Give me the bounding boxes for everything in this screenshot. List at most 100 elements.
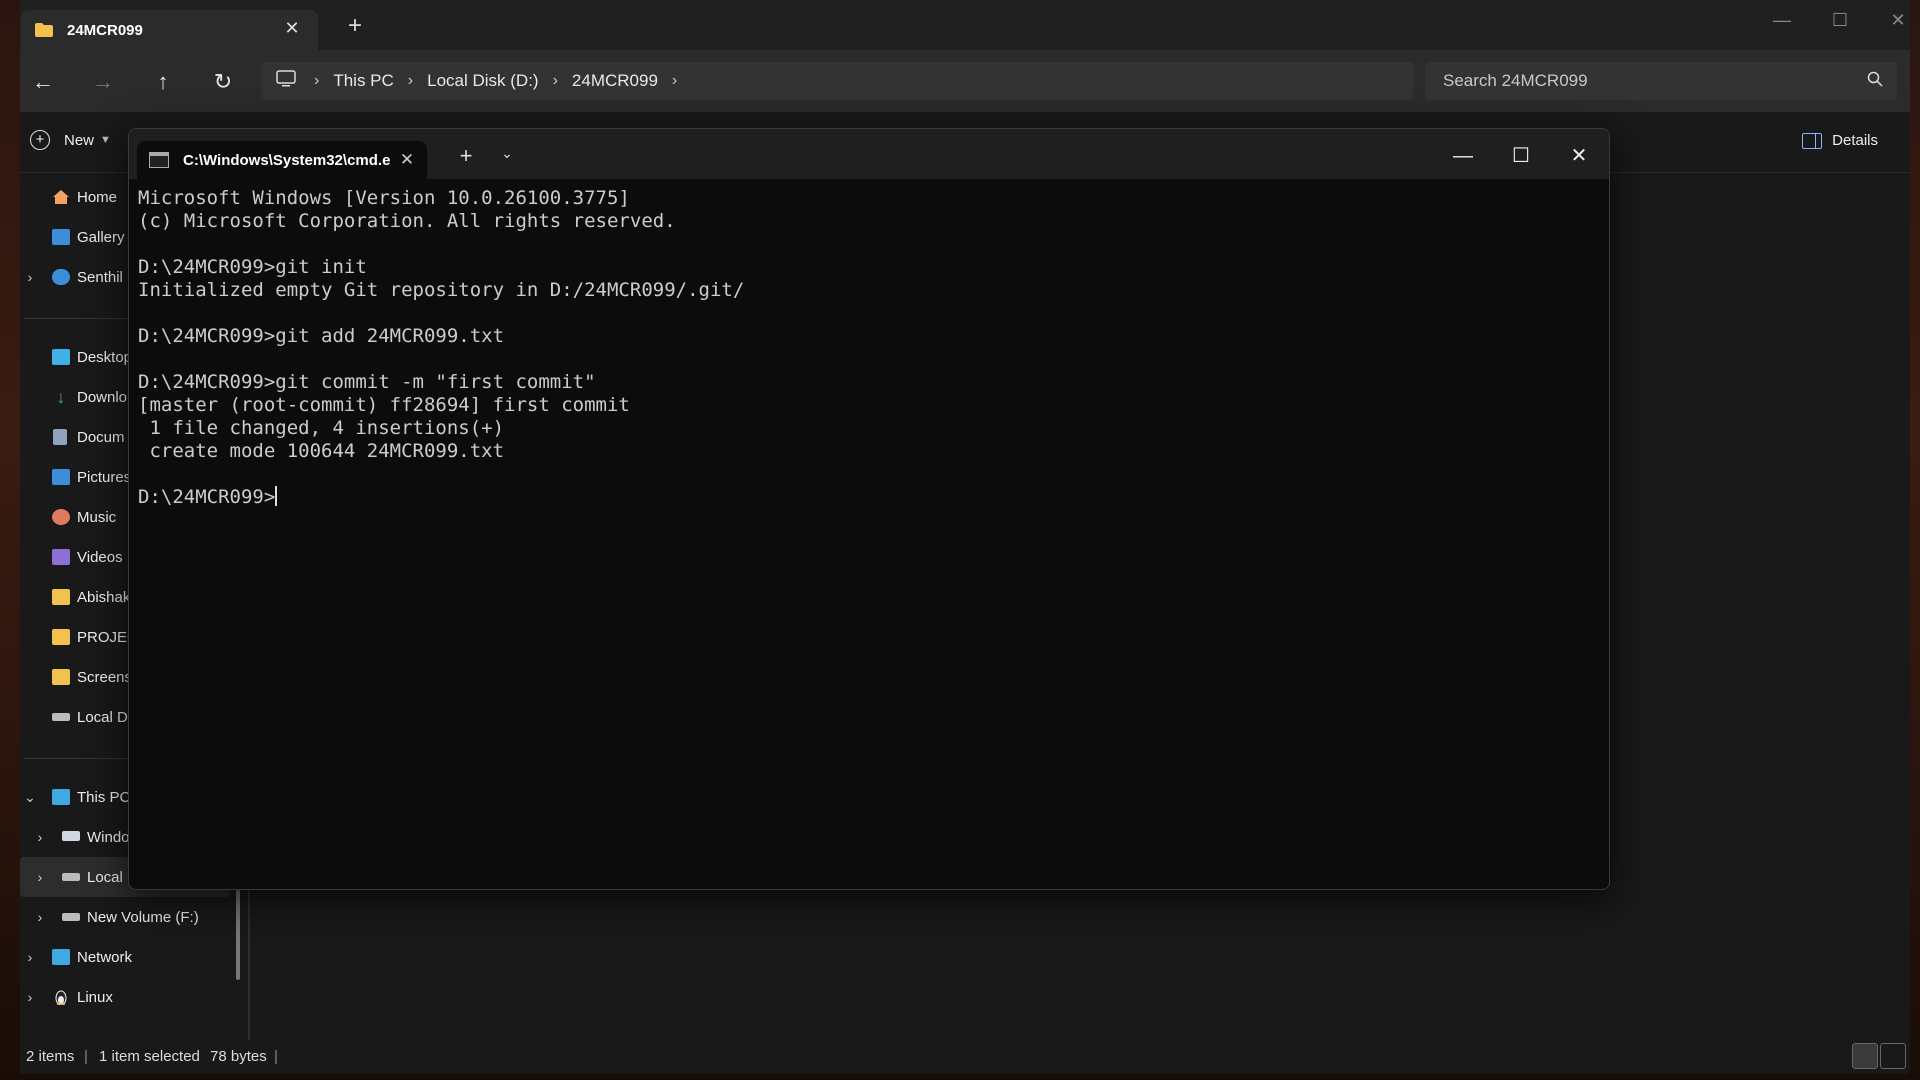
address-bar[interactable]: › This PC › Local Disk (D:) › 24MCR099 › — [262, 62, 1414, 100]
sidebar-label: Docum — [77, 428, 125, 446]
folder-icon — [52, 629, 70, 645]
video-icon — [52, 549, 70, 565]
pictures-icon — [52, 469, 70, 485]
close-window-button[interactable]: ✕ — [1878, 8, 1910, 32]
terminal-close-button[interactable]: ✕ — [1561, 141, 1597, 171]
chevron-down-icon: ▼ — [100, 134, 111, 146]
pane-divider — [248, 890, 250, 1040]
sidebar-scrollbar[interactable] — [236, 890, 240, 980]
tiles-view-icon[interactable] — [1880, 1043, 1906, 1069]
terminal-prompt-line[interactable]: D:\24MCR099> — [138, 486, 1588, 509]
terminal-output[interactable]: Microsoft Windows [Version 10.0.26100.37… — [138, 187, 1588, 877]
forward-button[interactable]: → — [86, 67, 120, 97]
new-tab-button[interactable]: + — [340, 14, 370, 38]
sidebar-label: Windo — [87, 828, 130, 846]
status-separator: | — [274, 1048, 278, 1065]
terminal-line: D:\24MCR099>git init — [138, 256, 367, 278]
sidebar-label: Home — [77, 188, 118, 206]
drive-icon — [52, 713, 70, 721]
search-placeholder: Search 24MCR099 — [1443, 71, 1588, 90]
breadcrumb-folder[interactable]: 24MCR099 — [572, 71, 658, 91]
chevron-right-icon[interactable]: › — [672, 72, 677, 90]
terminal-maximize-button[interactable]: ☐ — [1503, 141, 1539, 171]
selected-size: 78 bytes — [210, 1048, 267, 1065]
sidebar-label: Desktop — [77, 348, 133, 366]
up-button[interactable]: ↑ — [146, 67, 180, 97]
terminal-line: Microsoft Windows [Version 10.0.26100.37… — [138, 187, 630, 209]
chevron-down-icon[interactable]: ⌄ — [22, 789, 38, 806]
terminal-line: [master (root-commit) ff28694] first com… — [138, 394, 630, 416]
plus-circle-icon: + — [30, 130, 50, 150]
chevron-down-icon[interactable]: ⌄ — [495, 145, 519, 162]
back-button[interactable]: ← — [26, 67, 60, 97]
terminal-line: Initialized empty Git repository in D:/2… — [138, 279, 745, 301]
new-button[interactable]: + New ▼ — [30, 130, 111, 150]
terminal-window: C:\Windows\System32\cmd.e ✕ + ⌄ — ☐ ✕ Mi… — [128, 128, 1610, 890]
search-input[interactable]: Search 24MCR099 — [1425, 62, 1897, 100]
breadcrumb-this-pc[interactable]: This PC — [333, 71, 393, 91]
close-tab-icon[interactable]: ✕ — [280, 18, 304, 39]
chevron-right-icon[interactable]: › — [22, 269, 38, 285]
explorer-tab-title: 24MCR099 — [67, 21, 143, 39]
explorer-tab[interactable]: 24MCR099 ✕ — [21, 10, 318, 50]
status-bar: 2 items | 1 item selected 78 bytes | — [20, 1040, 1910, 1074]
terminal-prompt: D:\24MCR099> — [138, 486, 276, 508]
close-tab-icon[interactable]: ✕ — [397, 150, 417, 170]
computer-icon — [52, 789, 70, 805]
sidebar-label: Downlo — [77, 388, 128, 406]
refresh-button[interactable]: ↻ — [206, 67, 240, 97]
gallery-icon — [52, 229, 70, 245]
chevron-right-icon[interactable]: › — [22, 989, 38, 1005]
chevron-right-icon[interactable]: › — [32, 829, 48, 845]
chevron-right-icon[interactable]: › — [314, 72, 319, 90]
chevron-right-icon[interactable]: › — [408, 72, 413, 90]
this-pc-icon[interactable] — [276, 69, 296, 93]
terminal-titlebar: C:\Windows\System32\cmd.e ✕ + ⌄ — ☐ ✕ — [129, 129, 1609, 179]
drive-icon — [62, 913, 80, 921]
sidebar-item-new-volume[interactable]: › New Volume (F:) — [20, 897, 230, 937]
sidebar-label: Abishak — [77, 588, 131, 606]
terminal-line: (c) Microsoft Corporation. All rights re… — [138, 210, 676, 232]
maximize-button[interactable]: ☐ — [1820, 8, 1860, 32]
selected-count: 1 item selected — [99, 1048, 200, 1065]
chevron-right-icon[interactable]: › — [32, 909, 48, 925]
chevron-right-icon[interactable]: › — [553, 72, 558, 90]
chevron-right-icon[interactable]: › — [22, 949, 38, 965]
chevron-right-icon[interactable]: › — [32, 869, 48, 885]
folder-icon — [52, 669, 70, 685]
linux-penguin-icon — [52, 989, 70, 1006]
navigation-bar: ← → ↑ ↻ › This PC › Local Disk (D:) › 24… — [20, 50, 1910, 112]
terminal-tab[interactable]: C:\Windows\System32\cmd.e ✕ — [137, 141, 427, 179]
sidebar-label: Local — [87, 868, 123, 886]
sidebar-label: Screens — [77, 668, 133, 686]
sidebar-label: New Volume (F:) — [87, 908, 199, 926]
drive-icon — [62, 873, 80, 881]
breadcrumb-local-disk[interactable]: Local Disk (D:) — [427, 71, 538, 91]
item-count: 2 items — [26, 1048, 75, 1065]
folder-icon — [52, 589, 70, 605]
cmd-icon — [149, 152, 169, 168]
document-icon — [53, 429, 67, 445]
download-icon: ↓ — [56, 387, 66, 407]
sidebar-label: Music — [77, 508, 117, 526]
sidebar-label: Linux — [77, 988, 113, 1006]
terminal-minimize-button[interactable]: — — [1445, 141, 1481, 171]
text-cursor — [275, 486, 278, 506]
search-icon — [1867, 71, 1883, 92]
sidebar-item-network[interactable]: › Network — [20, 937, 230, 977]
sidebar-label: Videos — [77, 548, 123, 566]
sidebar-label: This PC — [77, 788, 131, 806]
home-icon — [52, 189, 70, 205]
minimize-button[interactable]: — — [1762, 8, 1802, 32]
details-button[interactable]: Details — [1802, 132, 1878, 149]
sidebar-label: Gallery — [77, 228, 125, 246]
terminal-line: D:\24MCR099>git commit -m "first commit" — [138, 371, 596, 393]
details-view-icon[interactable] — [1852, 1043, 1878, 1069]
new-terminal-tab-button[interactable]: + — [451, 143, 481, 169]
sidebar-item-linux[interactable]: › Linux — [20, 977, 230, 1017]
status-separator: | — [84, 1048, 88, 1065]
sidebar-label: Senthil — [77, 268, 123, 286]
